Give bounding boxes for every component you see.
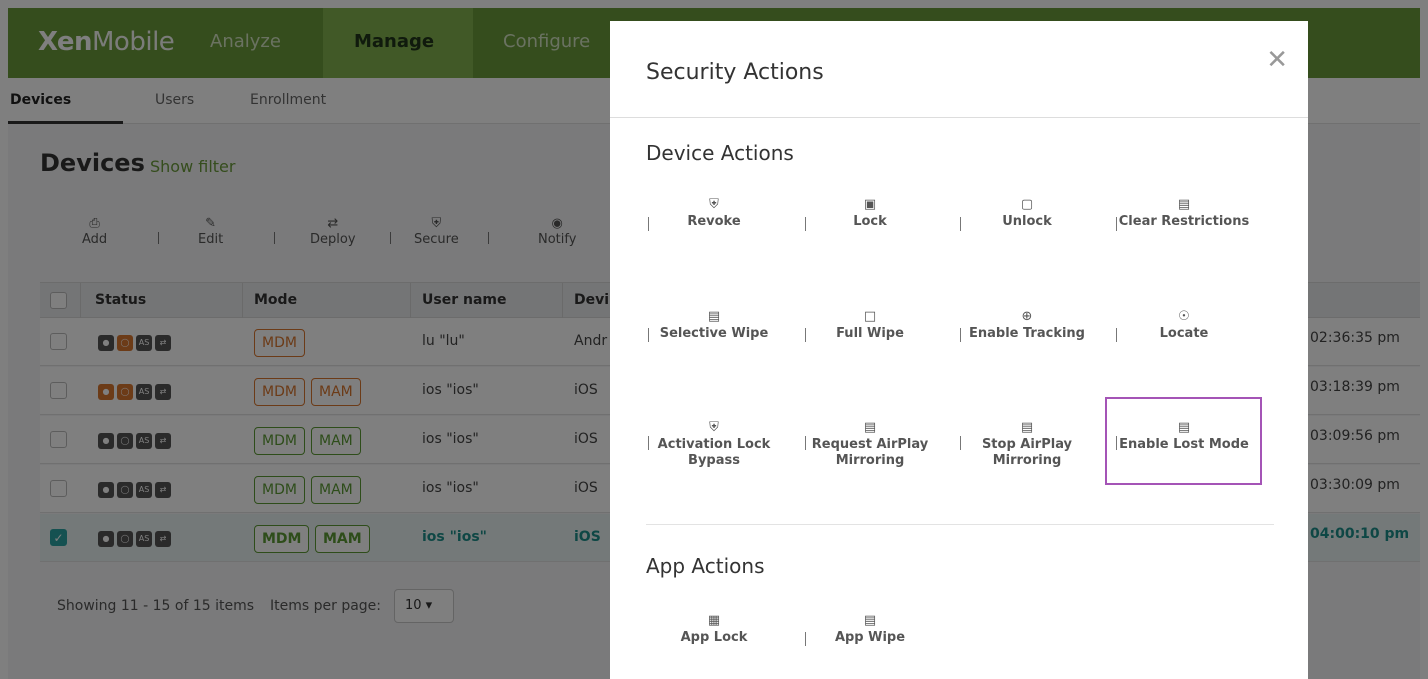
unlock-action[interactable]: ▢ Unlock <box>957 196 1097 230</box>
enable-tracking-action[interactable]: ⊕ Enable Tracking <box>957 308 1097 342</box>
unlock-icon: ▢ <box>1020 197 1034 212</box>
close-icon[interactable]: ✕ <box>1266 47 1288 73</box>
device-actions-title: Device Actions <box>646 141 794 165</box>
app-actions-title: App Actions <box>646 554 765 578</box>
full-wipe-action[interactable]: □ Full Wipe <box>800 308 940 342</box>
device-plus-icon: ▤ <box>1020 420 1034 435</box>
revoke-action[interactable]: ⛨ Revoke <box>644 196 784 230</box>
app-wipe-action[interactable]: ▤ App Wipe <box>800 612 940 646</box>
shield-icon: ⛨ <box>709 420 719 435</box>
app-lock-icon: ▦ <box>707 613 721 628</box>
selective-wipe-action[interactable]: ▤ Selective Wipe <box>644 308 784 342</box>
stop-airplay-mirroring-action[interactable]: ▤ Stop AirPlay Mirroring <box>957 419 1097 469</box>
enable-lost-mode-highlight <box>1105 397 1262 485</box>
device-plus-icon: ▤ <box>863 420 877 435</box>
clear-restrictions-action[interactable]: ▤ Clear Restrictions <box>1114 196 1254 230</box>
app-wipe-icon: ▤ <box>863 613 877 628</box>
map-pin-icon: ☉ <box>1178 309 1190 324</box>
shield-icon: ⛨ <box>709 197 719 212</box>
crosshair-icon: ⊕ <box>1021 309 1033 324</box>
device-plus-icon: ▤ <box>707 309 721 324</box>
lock-action[interactable]: ▣ Lock <box>800 196 940 230</box>
lock-icon: ▣ <box>863 197 877 212</box>
app-lock-action[interactable]: ▦ App Lock <box>644 612 784 646</box>
request-airplay-mirroring-action[interactable]: ▤ Request AirPlay Mirroring <box>800 419 940 469</box>
section-divider <box>646 524 1274 525</box>
locate-action[interactable]: ☉ Locate <box>1114 308 1254 342</box>
modal-title: Security Actions <box>646 60 824 85</box>
device-plus-icon: ▤ <box>1177 197 1191 212</box>
modal-divider <box>610 117 1308 118</box>
security-actions-modal: Security Actions ✕ Device Actions ⛨ Revok… <box>610 21 1308 679</box>
device-outline-icon: □ <box>863 309 877 324</box>
activation-lock-bypass-action[interactable]: ⛨ Activation Lock Bypass <box>644 419 784 469</box>
